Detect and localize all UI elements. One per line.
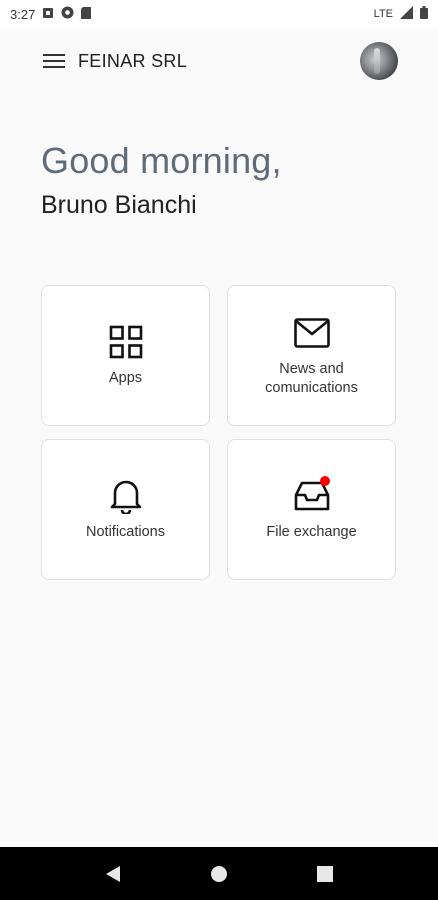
tile-news[interactable]: News and comunications (227, 285, 396, 426)
hamburger-menu-icon (43, 54, 65, 68)
home-circle-icon (211, 865, 227, 882)
back-triangle-icon (106, 865, 120, 882)
notification-app-icon (42, 7, 54, 22)
app-bar: FEINAR SRL (0, 28, 438, 94)
bell-icon (107, 477, 145, 515)
menu-button[interactable] (42, 49, 66, 73)
notification-chrome-icon (61, 6, 74, 22)
user-name: Bruno Bianchi (41, 191, 197, 219)
status-left: 3:27 (10, 6, 92, 22)
recents-button[interactable] (310, 859, 340, 889)
recents-square-icon (317, 865, 333, 882)
status-right: LTE (374, 6, 428, 22)
battery-icon (420, 6, 428, 22)
sim-card-icon (81, 6, 92, 22)
unread-badge (319, 476, 330, 486)
avatar[interactable] (360, 42, 398, 80)
company-name: FEINAR SRL (78, 50, 188, 71)
back-button[interactable] (98, 859, 128, 889)
tile-apps[interactable]: Apps (41, 285, 210, 426)
tile-notifications-label: Notifications (86, 524, 165, 540)
network-type: LTE (373, 8, 393, 20)
signal-icon (400, 6, 413, 22)
status-time: 3:27 (10, 6, 36, 22)
inbox-icon (293, 476, 331, 515)
grid-icon (107, 323, 145, 361)
status-bar: 3:27 LTE (0, 0, 438, 28)
tile-news-label: News and comunications (265, 360, 358, 396)
tile-apps-label: Apps (108, 370, 143, 386)
tile-file-exchange-label: File exchange (266, 524, 357, 540)
greeting-title: Good morning, (41, 140, 282, 181)
tile-notifications[interactable]: Notifications (41, 439, 210, 580)
home-button[interactable] (204, 859, 234, 889)
tile-file-exchange[interactable]: File exchange (227, 439, 396, 580)
system-nav-bar (0, 847, 438, 900)
envelope-icon (293, 314, 331, 352)
